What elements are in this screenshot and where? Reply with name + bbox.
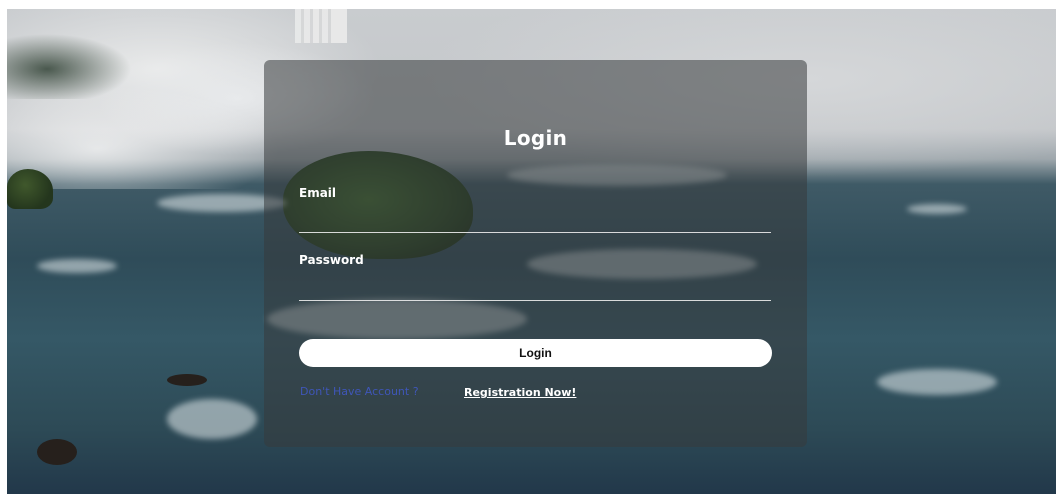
email-field[interactable] — [299, 208, 771, 233]
background-wave — [877, 369, 997, 395]
background-rock — [37, 439, 77, 465]
registration-link[interactable]: Registration Now! — [464, 386, 576, 399]
login-title: Login — [503, 126, 568, 150]
no-account-text: Don't Have Account ? — [300, 385, 419, 398]
password-label: Password — [299, 253, 364, 267]
background-island-left — [7, 169, 53, 209]
page-frame: Login Email Password Login Don't Have Ac… — [7, 9, 1056, 494]
background-wave — [167, 399, 257, 439]
email-label: Email — [299, 186, 337, 200]
password-field[interactable] — [299, 276, 771, 301]
background-rock — [167, 374, 207, 386]
background-building — [295, 9, 347, 43]
login-card: Login Email Password Login Don't Have Ac… — [264, 60, 807, 447]
background-trees — [7, 29, 187, 99]
login-button[interactable]: Login — [299, 339, 772, 367]
background-wave — [907, 204, 967, 214]
background-wave — [37, 259, 117, 273]
